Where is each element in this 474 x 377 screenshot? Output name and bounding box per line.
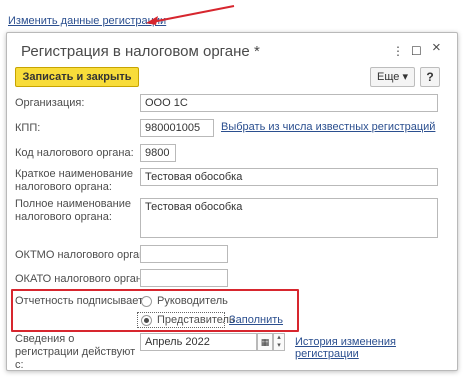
okato-label: ОКАТО налогового органа:	[15, 273, 152, 285]
okato-field[interactable]	[140, 269, 228, 287]
spin-up-icon[interactable]: ▴	[274, 334, 284, 342]
registration-window: Регистрация в налоговом органе * ⋮ ☐ × З…	[6, 32, 458, 371]
organization-field[interactable]: ООО 1С	[140, 94, 438, 112]
choose-registration-link[interactable]: Выбрать из числа известных регистраций	[221, 121, 435, 133]
signer-label: Отчетность подписывает:	[15, 295, 147, 307]
fill-link[interactable]: Заполнить	[229, 314, 283, 326]
more-menu-icon[interactable]: ⋮	[392, 45, 404, 57]
close-icon[interactable]: ×	[432, 40, 441, 55]
spin-down-icon[interactable]: ▾	[274, 342, 284, 350]
calendar-icon[interactable]: ▦	[257, 333, 273, 351]
radio-representative-label[interactable]: Представитель	[157, 314, 235, 327]
help-button[interactable]: ?	[420, 67, 440, 87]
full-name-label: Полное наименование налогового органа:	[15, 198, 131, 223]
kpp-label: КПП:	[15, 122, 41, 134]
registration-history-link[interactable]: История изменения регистрации	[295, 336, 457, 360]
more-button[interactable]: Еще ▾	[370, 67, 415, 87]
window-title: Регистрация в налоговом органе *	[21, 43, 260, 60]
radio-director[interactable]	[141, 296, 152, 307]
full-name-field[interactable]: Тестовая обособка	[140, 198, 438, 238]
registration-date-label: Сведения о регистрации действуют с:	[15, 333, 136, 371]
registration-date-field[interactable]: Апрель 2022	[140, 333, 257, 351]
oktmo-label: ОКТМО налогового органа:	[15, 249, 155, 261]
radio-representative[interactable]	[141, 315, 152, 326]
radio-director-label[interactable]: Руководитель	[157, 295, 228, 308]
short-name-field[interactable]: Тестовая обособка	[140, 168, 438, 186]
date-spinner[interactable]: ▴ ▾	[273, 333, 285, 351]
kpp-field[interactable]: 980001005	[140, 119, 214, 137]
tax-code-label: Код налогового органа:	[15, 147, 134, 159]
maximize-icon[interactable]: ☐	[411, 45, 422, 57]
short-name-label: Краткое наименование налогового органа:	[15, 168, 134, 193]
organization-label: Организация:	[15, 97, 85, 109]
oktmo-field[interactable]	[140, 245, 228, 263]
save-and-close-button[interactable]: Записать и закрыть	[15, 67, 139, 87]
tax-code-field[interactable]: 9800	[140, 144, 176, 162]
